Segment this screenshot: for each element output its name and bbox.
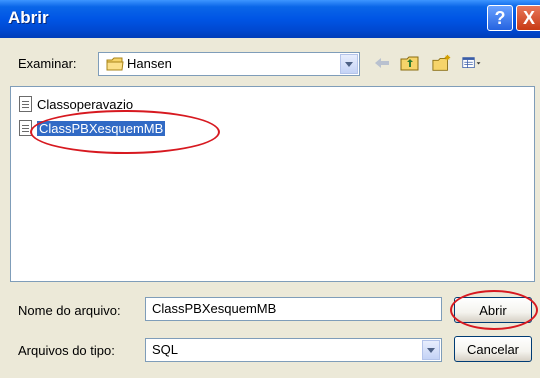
new-folder-icon[interactable] bbox=[432, 53, 452, 73]
dialog-title: Abrir bbox=[8, 8, 49, 27]
folder-icon bbox=[106, 57, 124, 71]
annotation-ellipse bbox=[30, 110, 220, 154]
file-name-field[interactable]: ClassPBXesquemMB bbox=[145, 297, 442, 321]
file-icon bbox=[19, 96, 32, 112]
file-name-label: Nome do arquivo: bbox=[18, 303, 121, 318]
annotation-ellipse bbox=[450, 290, 538, 330]
title-bar: Abrir ? X bbox=[0, 0, 540, 38]
file-type-label: Arquivos do tipo: bbox=[18, 343, 115, 358]
file-type-value: SQL bbox=[152, 342, 179, 357]
look-in-label: Examinar: bbox=[18, 56, 77, 71]
look-in-dropdown[interactable]: Hansen bbox=[98, 52, 360, 76]
back-icon[interactable] bbox=[372, 53, 392, 73]
up-folder-icon[interactable] bbox=[400, 53, 420, 73]
look-in-value: Hansen bbox=[127, 56, 172, 71]
cancel-button[interactable]: Cancelar bbox=[454, 336, 532, 362]
chevron-down-icon[interactable] bbox=[422, 340, 440, 360]
chevron-down-icon[interactable] bbox=[340, 54, 358, 74]
close-button[interactable]: X bbox=[516, 5, 540, 31]
open-dialog: Abrir ? X Examinar: Hansen Classoperavaz… bbox=[0, 0, 540, 378]
file-type-dropdown[interactable]: SQL bbox=[145, 338, 442, 362]
help-button[interactable]: ? bbox=[487, 5, 513, 31]
views-menu-icon[interactable] bbox=[462, 53, 482, 73]
